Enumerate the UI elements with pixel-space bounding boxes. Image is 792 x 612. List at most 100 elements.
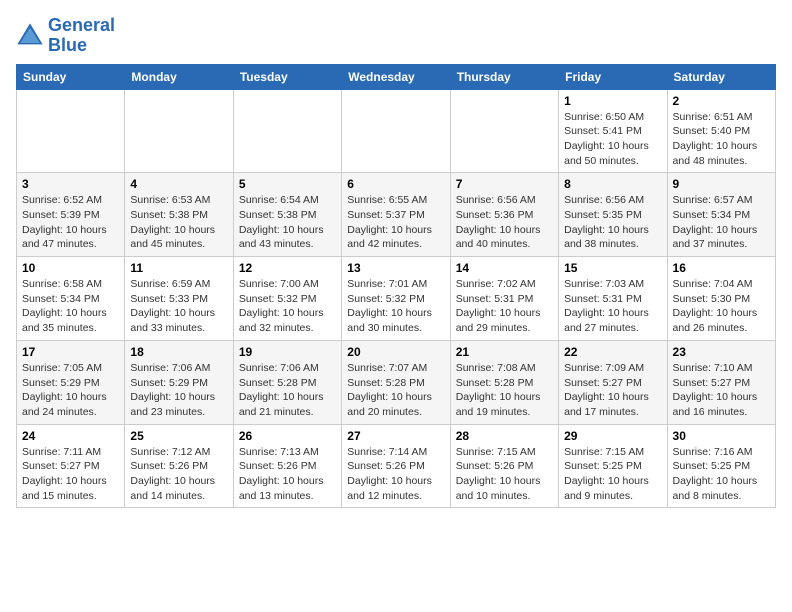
col-header-friday: Friday (559, 64, 667, 89)
day-number: 1 (564, 94, 661, 108)
day-cell: 6 Sunrise: 6:55 AM Sunset: 5:37 PM Daylig… (342, 173, 450, 257)
day-cell: 5 Sunrise: 6:54 AM Sunset: 5:38 PM Daylig… (233, 173, 341, 257)
day-cell: 18Sunrise: 7:06 AM Sunset: 5:29 PM Dayli… (125, 340, 233, 424)
day-cell: 4 Sunrise: 6:53 AM Sunset: 5:38 PM Daylig… (125, 173, 233, 257)
day-info: Sunrise: 6:56 AM Sunset: 5:35 PM Dayligh… (564, 193, 661, 252)
day-cell: 16 Sunrise: 7:04 AM Sunset: 5:30 PM Dayli… (667, 257, 775, 341)
week-row-2: 3 Sunrise: 6:52 AM Sunset: 5:39 PM Daylig… (17, 173, 776, 257)
day-number: 12 (239, 261, 336, 275)
day-cell: 21 Sunrise: 7:08 AM Sunset: 5:28 PM Dayli… (450, 340, 558, 424)
day-info: Sunrise: 7:06 AM Sunset: 5:29 PM Dayligh… (130, 361, 227, 420)
calendar-table: SundayMondayTuesdayWednesdayThursdayFrid… (16, 64, 776, 509)
day-cell: 26 Sunrise: 7:13 AM Sunset: 5:26 PM Dayli… (233, 424, 341, 508)
day-cell: 22 Sunrise: 7:09 AM Sunset: 5:27 PM Dayli… (559, 340, 667, 424)
day-number: 16 (673, 261, 770, 275)
day-info: Sunrise: 7:01 AM Sunset: 5:32 PM Dayligh… (347, 277, 444, 336)
day-info: Sunrise: 6:56 AM Sunset: 5:36 PM Dayligh… (456, 193, 553, 252)
day-number: 13 (347, 261, 444, 275)
day-cell (125, 89, 233, 173)
day-info: Sunrise: 6:54 AM Sunset: 5:38 PM Dayligh… (239, 193, 336, 252)
day-number: 21 (456, 345, 553, 359)
week-row-1: 1 Sunrise: 6:50 AM Sunset: 5:41 PM Daylig… (17, 89, 776, 173)
day-number: 20 (347, 345, 444, 359)
col-header-saturday: Saturday (667, 64, 775, 89)
day-cell: 15 Sunrise: 7:03 AM Sunset: 5:31 PM Dayli… (559, 257, 667, 341)
day-number: 11 (130, 261, 227, 275)
day-cell: 12 Sunrise: 7:00 AM Sunset: 5:32 PM Dayli… (233, 257, 341, 341)
day-cell: 10 Sunrise: 6:58 AM Sunset: 5:34 PM Dayli… (17, 257, 125, 341)
day-info: Sunrise: 6:58 AM Sunset: 5:34 PM Dayligh… (22, 277, 119, 336)
day-info: Sunrise: 7:02 AM Sunset: 5:31 PM Dayligh… (456, 277, 553, 336)
day-number: 3 (22, 177, 119, 191)
col-header-monday: Monday (125, 64, 233, 89)
day-info: Sunrise: 7:03 AM Sunset: 5:31 PM Dayligh… (564, 277, 661, 336)
col-header-thursday: Thursday (450, 64, 558, 89)
col-header-sunday: Sunday (17, 64, 125, 89)
day-cell: 13 Sunrise: 7:01 AM Sunset: 5:32 PM Dayli… (342, 257, 450, 341)
day-info: Sunrise: 7:14 AM Sunset: 5:26 PM Dayligh… (347, 445, 444, 504)
day-info: Sunrise: 7:09 AM Sunset: 5:27 PM Dayligh… (564, 361, 661, 420)
day-info: Sunrise: 6:50 AM Sunset: 5:41 PM Dayligh… (564, 110, 661, 169)
col-header-tuesday: Tuesday (233, 64, 341, 89)
day-number: 15 (564, 261, 661, 275)
logo-text: General Blue (48, 16, 115, 56)
day-cell: 19 Sunrise: 7:06 AM Sunset: 5:28 PM Dayli… (233, 340, 341, 424)
day-cell: 7 Sunrise: 6:56 AM Sunset: 5:36 PM Daylig… (450, 173, 558, 257)
day-number: 5 (239, 177, 336, 191)
day-info: Sunrise: 6:51 AM Sunset: 5:40 PM Dayligh… (673, 110, 770, 169)
day-number: 6 (347, 177, 444, 191)
day-info: Sunrise: 7:08 AM Sunset: 5:28 PM Dayligh… (456, 361, 553, 420)
day-info: Sunrise: 7:07 AM Sunset: 5:28 PM Dayligh… (347, 361, 444, 420)
day-number: 4 (130, 177, 227, 191)
day-info: Sunrise: 6:52 AM Sunset: 5:39 PM Dayligh… (22, 193, 119, 252)
logo: General Blue (16, 16, 115, 56)
day-cell: 17 Sunrise: 7:05 AM Sunset: 5:29 PM Dayli… (17, 340, 125, 424)
day-info: Sunrise: 7:10 AM Sunset: 5:27 PM Dayligh… (673, 361, 770, 420)
day-info: Sunrise: 7:05 AM Sunset: 5:29 PM Dayligh… (22, 361, 119, 420)
day-number: 22 (564, 345, 661, 359)
week-row-4: 17 Sunrise: 7:05 AM Sunset: 5:29 PM Dayli… (17, 340, 776, 424)
day-cell: 23 Sunrise: 7:10 AM Sunset: 5:27 PM Dayli… (667, 340, 775, 424)
col-header-wednesday: Wednesday (342, 64, 450, 89)
day-cell: 25 Sunrise: 7:12 AM Sunset: 5:26 PM Dayli… (125, 424, 233, 508)
day-number: 23 (673, 345, 770, 359)
day-number: 17 (22, 345, 119, 359)
day-number: 2 (673, 94, 770, 108)
day-info: Sunrise: 7:15 AM Sunset: 5:25 PM Dayligh… (564, 445, 661, 504)
day-number: 10 (22, 261, 119, 275)
day-cell (450, 89, 558, 173)
day-number: 27 (347, 429, 444, 443)
day-number: 8 (564, 177, 661, 191)
day-number: 29 (564, 429, 661, 443)
day-info: Sunrise: 6:59 AM Sunset: 5:33 PM Dayligh… (130, 277, 227, 336)
logo-icon (16, 22, 44, 50)
day-number: 14 (456, 261, 553, 275)
day-info: Sunrise: 6:53 AM Sunset: 5:38 PM Dayligh… (130, 193, 227, 252)
week-row-5: 24 Sunrise: 7:11 AM Sunset: 5:27 PM Dayli… (17, 424, 776, 508)
day-cell: 9Sunrise: 6:57 AM Sunset: 5:34 PM Daylig… (667, 173, 775, 257)
day-number: 26 (239, 429, 336, 443)
day-cell: 2 Sunrise: 6:51 AM Sunset: 5:40 PM Daylig… (667, 89, 775, 173)
day-cell (233, 89, 341, 173)
day-info: Sunrise: 7:04 AM Sunset: 5:30 PM Dayligh… (673, 277, 770, 336)
week-row-3: 10 Sunrise: 6:58 AM Sunset: 5:34 PM Dayli… (17, 257, 776, 341)
day-info: Sunrise: 7:06 AM Sunset: 5:28 PM Dayligh… (239, 361, 336, 420)
day-info: Sunrise: 7:11 AM Sunset: 5:27 PM Dayligh… (22, 445, 119, 504)
day-cell: 3 Sunrise: 6:52 AM Sunset: 5:39 PM Daylig… (17, 173, 125, 257)
day-number: 28 (456, 429, 553, 443)
day-number: 24 (22, 429, 119, 443)
day-number: 25 (130, 429, 227, 443)
day-info: Sunrise: 7:13 AM Sunset: 5:26 PM Dayligh… (239, 445, 336, 504)
day-cell: 20 Sunrise: 7:07 AM Sunset: 5:28 PM Dayli… (342, 340, 450, 424)
day-info: Sunrise: 6:55 AM Sunset: 5:37 PM Dayligh… (347, 193, 444, 252)
day-info: Sunrise: 7:00 AM Sunset: 5:32 PM Dayligh… (239, 277, 336, 336)
day-number: 7 (456, 177, 553, 191)
day-cell: 24 Sunrise: 7:11 AM Sunset: 5:27 PM Dayli… (17, 424, 125, 508)
day-cell (342, 89, 450, 173)
day-info: Sunrise: 7:12 AM Sunset: 5:26 PM Dayligh… (130, 445, 227, 504)
day-cell (17, 89, 125, 173)
day-info: Sunrise: 6:57 AM Sunset: 5:34 PM Dayligh… (673, 193, 770, 252)
day-number: 19 (239, 345, 336, 359)
day-cell: 11 Sunrise: 6:59 AM Sunset: 5:33 PM Dayli… (125, 257, 233, 341)
day-cell: 28Sunrise: 7:15 AM Sunset: 5:26 PM Dayli… (450, 424, 558, 508)
